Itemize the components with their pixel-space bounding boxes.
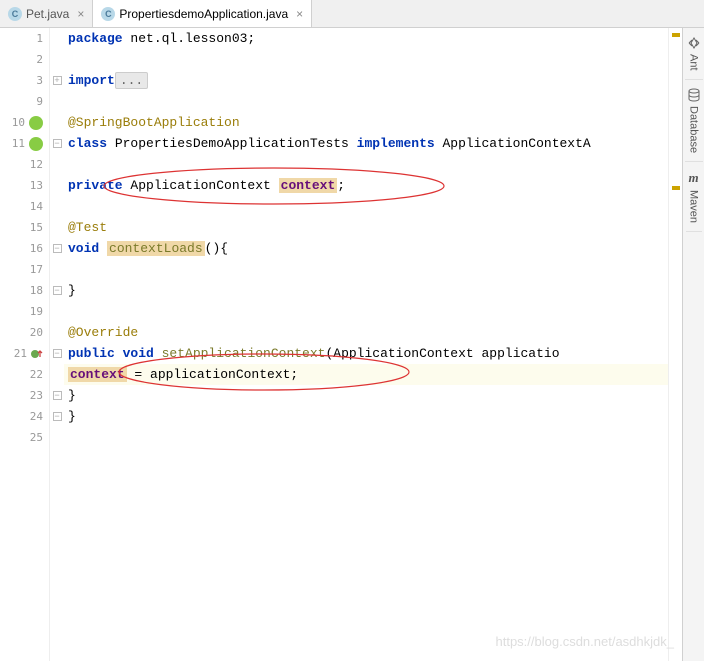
line-number[interactable]: 22 (0, 364, 49, 385)
line-number[interactable]: 24 (0, 406, 49, 427)
line-number[interactable]: 18 (0, 280, 49, 301)
maven-tool-window[interactable]: m Maven (686, 162, 702, 232)
line-number-gutter: 1 2 3 9 10 11 12 13 14 15 16 17 18 19 20… (0, 28, 50, 661)
tab-pet[interactable]: C Pet.java × (0, 0, 93, 27)
line-number[interactable]: 15 (0, 217, 49, 238)
spring-run-icon[interactable] (29, 137, 43, 151)
line-number[interactable]: 2 (0, 49, 49, 70)
right-tool-stripe: Ant Database m Maven (682, 28, 704, 661)
database-tool-window[interactable]: Database (685, 80, 703, 162)
fold-toggle[interactable]: − (50, 238, 64, 259)
line-number[interactable]: 13 (0, 175, 49, 196)
line-number[interactable]: 19 (0, 301, 49, 322)
override-up-icon[interactable] (31, 348, 43, 360)
line-number[interactable]: 12 (0, 154, 49, 175)
error-stripe[interactable] (668, 28, 682, 661)
fold-column: + − − − − − − (50, 28, 64, 661)
maven-icon: m (688, 170, 698, 186)
database-icon (687, 88, 701, 102)
line-number[interactable]: 25 (0, 427, 49, 448)
main-area: 1 2 3 9 10 11 12 13 14 15 16 17 18 19 20… (0, 28, 704, 661)
java-class-icon: C (101, 7, 115, 21)
line-number[interactable]: 17 (0, 259, 49, 280)
line-number[interactable]: 9 (0, 91, 49, 112)
editor-tabs: C Pet.java × C PropertiesdemoApplication… (0, 0, 704, 28)
code-text-area[interactable]: package net.ql.lesson03; import ... @Spr… (64, 28, 668, 661)
line-number[interactable]: 21 (0, 343, 49, 364)
tab-label: PropertiesdemoApplication.java (119, 7, 288, 21)
ant-icon (687, 36, 701, 50)
line-number[interactable]: 23 (0, 385, 49, 406)
line-number[interactable]: 14 (0, 196, 49, 217)
ant-tool-window[interactable]: Ant (685, 28, 703, 80)
java-class-icon: C (8, 7, 22, 21)
folded-imports[interactable]: ... (115, 72, 148, 89)
spring-run-icon[interactable] (29, 116, 43, 130)
warning-marker[interactable] (672, 186, 680, 190)
line-number[interactable]: 1 (0, 28, 49, 49)
tab-label: Pet.java (26, 7, 69, 21)
fold-toggle[interactable]: − (50, 133, 64, 154)
line-number[interactable]: 3 (0, 70, 49, 91)
fold-toggle[interactable]: − (50, 406, 64, 427)
line-number[interactable]: 16 (0, 238, 49, 259)
line-number[interactable]: 20 (0, 322, 49, 343)
fold-toggle[interactable]: − (50, 280, 64, 301)
fold-toggle[interactable]: − (50, 385, 64, 406)
line-number[interactable]: 10 (0, 112, 49, 133)
fold-toggle[interactable]: − (50, 343, 64, 364)
close-icon[interactable]: × (77, 7, 84, 21)
tab-propertiesdemo[interactable]: C PropertiesdemoApplication.java × (93, 0, 312, 27)
code-panel: 1 2 3 9 10 11 12 13 14 15 16 17 18 19 20… (0, 28, 682, 661)
fold-toggle[interactable]: + (50, 70, 64, 91)
close-icon[interactable]: × (296, 7, 303, 21)
warning-marker[interactable] (672, 33, 680, 37)
line-number[interactable]: 11 (0, 133, 49, 154)
